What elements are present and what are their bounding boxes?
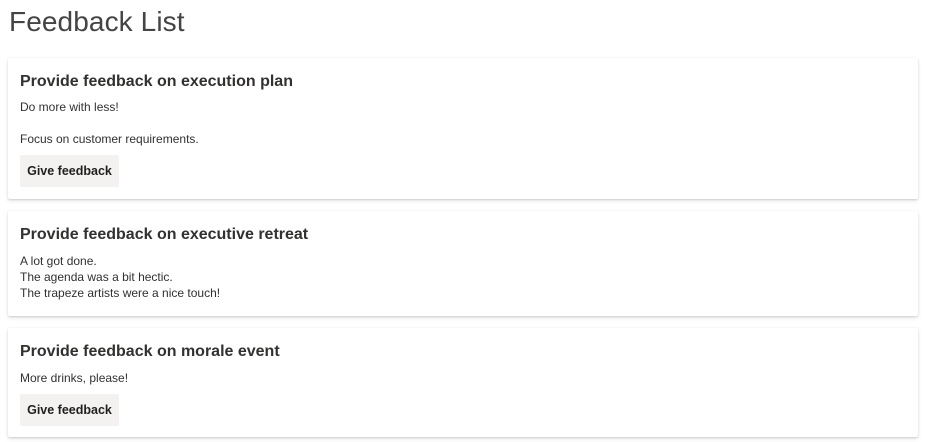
give-feedback-button[interactable]: Give feedback xyxy=(20,155,119,187)
card-text-line: A lot got done. xyxy=(20,254,97,268)
card-title: Provide feedback on execution plan xyxy=(20,73,293,90)
card-title: Provide feedback on morale event xyxy=(20,343,280,360)
give-feedback-button[interactable]: Give feedback xyxy=(20,394,119,426)
card-text-line: More drinks, please! xyxy=(20,371,129,385)
page-title: Feedback List xyxy=(9,6,185,37)
card-body: Do more with less! Focus on customer req… xyxy=(20,99,199,147)
card-body: More drinks, please! xyxy=(20,370,128,386)
feedback-list-page: Feedback List Provide feedback on execut… xyxy=(0,0,926,442)
card-text-line: Focus on customer requirements. xyxy=(20,132,199,146)
feedback-card: Provide feedback on execution plan Do mo… xyxy=(8,58,918,199)
card-text-line: The trapeze artists were a nice touch! xyxy=(20,286,221,300)
card-title: Provide feedback on executive retreat xyxy=(20,226,309,243)
feedback-card: Provide feedback on executive retreat A … xyxy=(8,211,918,316)
feedback-card: Provide feedback on morale event More dr… xyxy=(8,328,918,437)
card-body: A lot got done. The agenda was a bit hec… xyxy=(20,253,220,301)
card-text-line: Do more with less! xyxy=(20,100,119,114)
card-text-line: The agenda was a bit hectic. xyxy=(20,270,173,284)
